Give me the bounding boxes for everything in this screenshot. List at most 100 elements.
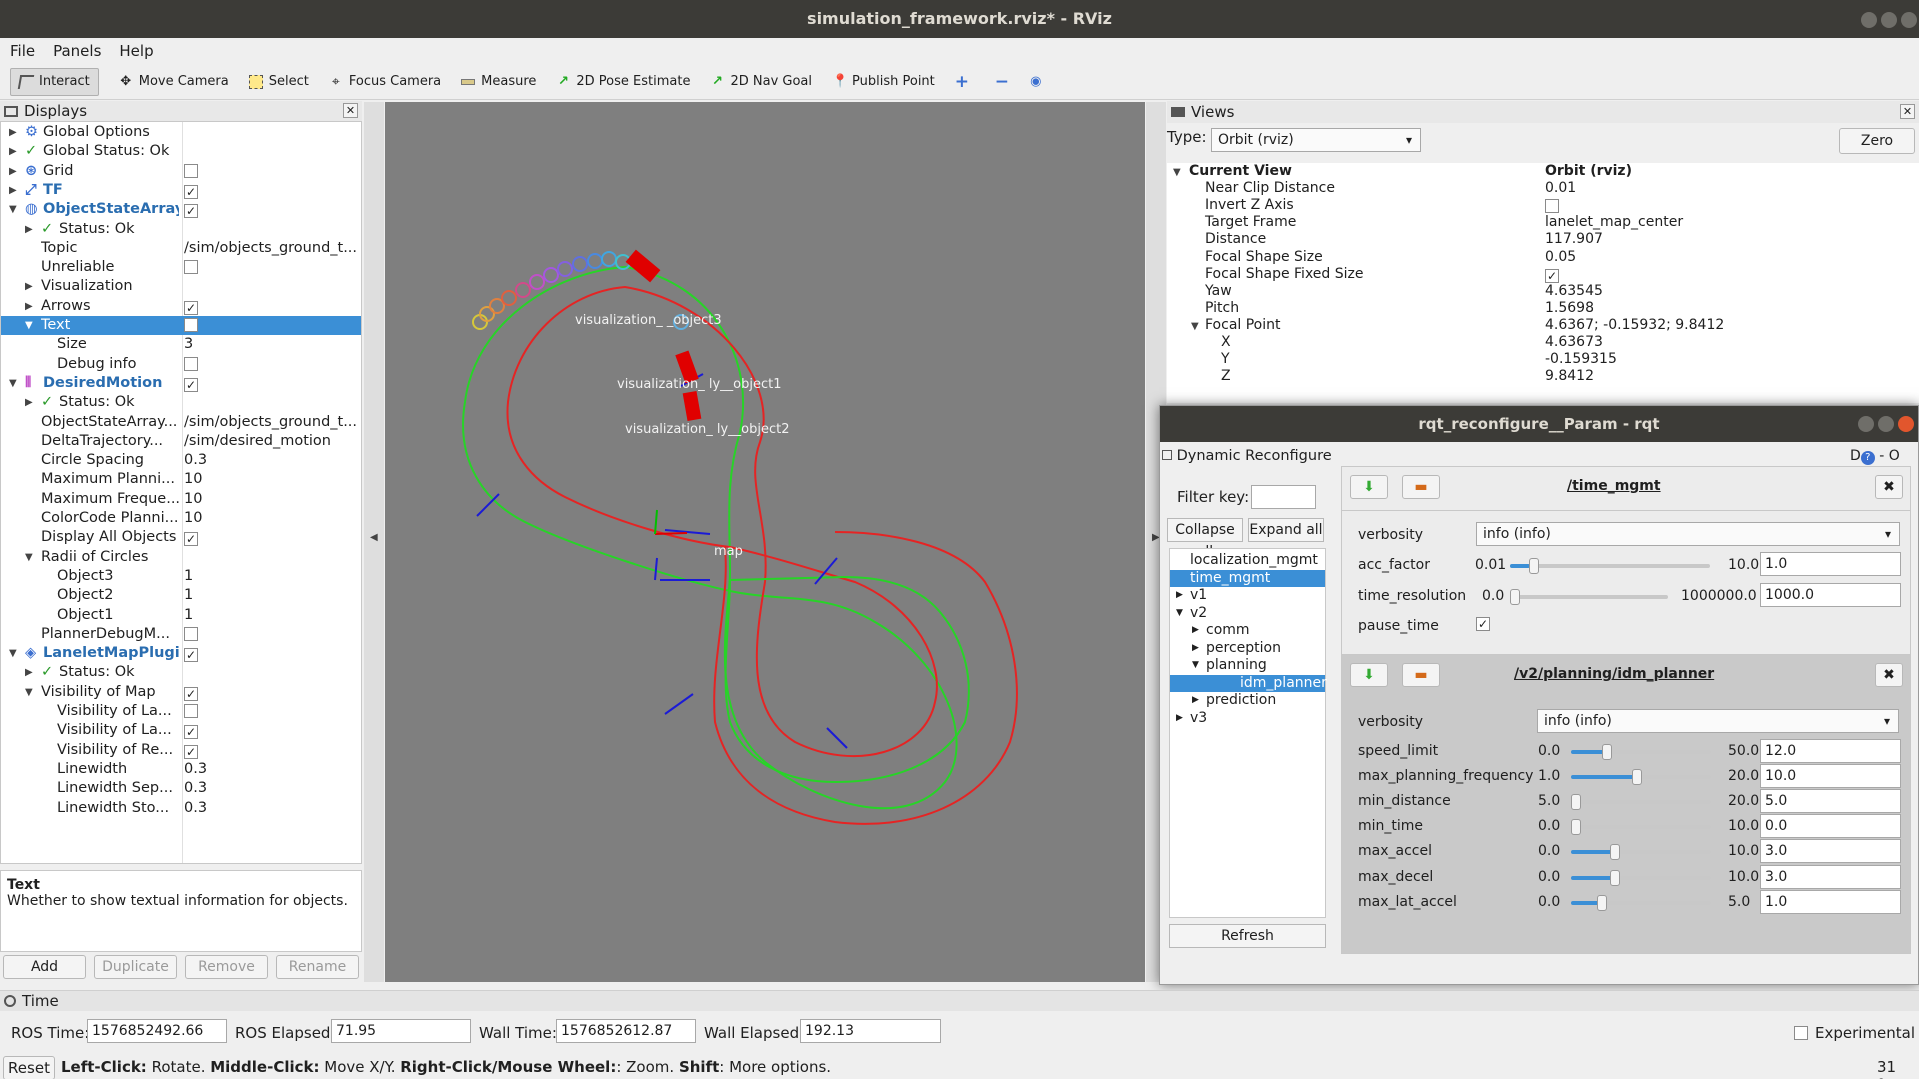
expand-arrow-icon[interactable]: ▼ — [1173, 164, 1181, 181]
param-slider[interactable] — [1571, 869, 1711, 886]
view-property-row[interactable]: Invert Z Axis — [1167, 197, 1919, 214]
display-row[interactable]: ▼ ◈ LaneletMapPlugin ✓ — [1, 644, 361, 663]
remove-button[interactable]: Remove — [185, 955, 268, 979]
expand-arrow-icon[interactable]: ▶ — [9, 181, 17, 200]
pose-estimate-tool[interactable]: ↗ 2D Pose Estimate — [556, 68, 691, 96]
view-property-row[interactable]: Yaw 4.63545 — [1167, 283, 1919, 300]
slider-handle[interactable] — [1610, 869, 1620, 886]
param-value-input[interactable]: 0.0 — [1760, 814, 1901, 839]
display-row[interactable]: Topic/sim/objects_ground_t... — [1, 239, 361, 258]
display-row[interactable]: ▼ Radii of Circles — [1, 548, 361, 567]
save-params-button[interactable]: ⬇ — [1350, 663, 1388, 687]
display-row-value[interactable] — [184, 316, 359, 336]
display-row[interactable]: ▶ ✓ Status: Ok — [1, 220, 361, 239]
display-checkbox[interactable]: ✓ — [184, 725, 198, 740]
load-params-button[interactable]: ▬ — [1402, 475, 1440, 499]
display-row[interactable]: PlannerDebugM... — [1, 625, 361, 644]
time-resolution-slider[interactable] — [1510, 589, 1668, 605]
display-row-value[interactable] — [184, 702, 359, 722]
scene-svg[interactable]: visualization_ _object3 visualization_ l… — [385, 102, 1145, 982]
display-row[interactable]: ▶ ✓ Global Status: Ok — [1, 142, 361, 161]
display-row[interactable]: Object2 1 — [1, 586, 361, 605]
slider-handle[interactable] — [1610, 844, 1620, 861]
view-property-value[interactable]: ✓ — [1545, 266, 1559, 283]
display-row-value[interactable]: ✓ — [184, 528, 359, 547]
node-tree-item[interactable]: time_mgmt — [1170, 569, 1325, 587]
slider-handle[interactable] — [1529, 558, 1539, 574]
rqt-close-button[interactable] — [1898, 416, 1914, 432]
display-row[interactable]: Debug info — [1, 355, 361, 374]
display-row[interactable]: Visibility of La... ✓ — [1, 721, 361, 740]
display-row[interactable]: Circle Spacing 0.3 — [1, 451, 361, 470]
expand-arrow-icon[interactable]: ▶ — [9, 162, 17, 181]
display-row-value[interactable] — [184, 625, 359, 645]
interact-tool[interactable]: Interact — [10, 67, 99, 96]
expand-all-button[interactable]: Expand all — [1248, 518, 1324, 542]
publish-point-tool[interactable]: 📍 Publish Point — [832, 68, 935, 96]
node-tree-item[interactable]: ▼ planning — [1170, 657, 1325, 674]
maximize-button[interactable] — [1881, 12, 1897, 28]
collapse-left-icon[interactable]: ◀ — [370, 532, 378, 543]
display-row[interactable]: ▶ ✓ Status: Ok — [1, 663, 361, 682]
add-button[interactable]: Add — [3, 955, 86, 979]
display-row[interactable]: Linewidth 0.3 — [1, 760, 361, 779]
current-view-row[interactable]: ▼ Current View Orbit (rviz) — [1167, 163, 1919, 180]
expand-arrow-icon[interactable]: ▶ — [25, 393, 33, 412]
remove-tool-button[interactable]: − — [995, 68, 1015, 96]
expand-arrow-icon[interactable]: ▶ — [1192, 640, 1199, 657]
ros-elapsed-field[interactable]: 71.95 — [331, 1019, 471, 1043]
rqt-maximize-button[interactable] — [1878, 416, 1894, 432]
display-row[interactable]: ObjectStateArray... /sim/objects_ground_t… — [1, 413, 361, 432]
node-tree-item[interactable]: ▶ v1 — [1170, 587, 1325, 604]
plugin-minimize-button[interactable]: - — [1879, 448, 1884, 464]
collapse-arrow-icon[interactable]: ▼ — [1191, 318, 1199, 335]
view-type-dropdown[interactable]: Orbit (rviz) — [1211, 128, 1421, 152]
render-view[interactable]: visualization_ _object3 visualization_ l… — [385, 102, 1145, 982]
collapse-arrow-icon[interactable]: ▼ — [1192, 657, 1199, 674]
expand-arrow-icon[interactable]: ▶ — [25, 663, 33, 682]
param-value-input[interactable]: 10.0 — [1760, 764, 1901, 789]
display-row[interactable]: Unreliable — [1, 258, 361, 277]
close-window-button[interactable] — [1901, 12, 1917, 28]
display-checkbox[interactable]: ✓ — [184, 377, 198, 392]
display-row[interactable]: ▼ ◍ ObjectStateArray ✓ — [1, 200, 361, 219]
param-slider[interactable] — [1571, 794, 1711, 811]
param-value-input[interactable]: 12.0 — [1760, 739, 1901, 763]
collapse-arrow-icon[interactable]: ▼ — [1176, 605, 1183, 622]
acc-factor-input[interactable]: 1.0 — [1760, 552, 1901, 576]
node-tree-item[interactable]: ▶ perception — [1170, 640, 1325, 657]
display-checkbox[interactable]: ✓ — [184, 204, 198, 219]
expand-arrow-icon[interactable]: ▶ — [1192, 622, 1199, 639]
display-checkbox[interactable] — [184, 356, 198, 371]
load-params-button[interactable]: ▬ — [1402, 663, 1440, 687]
display-checkbox[interactable] — [184, 163, 198, 178]
display-row[interactable]: ▶ ⤢ TF ✓ — [1, 181, 361, 200]
view-property-row[interactable]: ▼ Focal Point 4.6367; -0.15932; 9.8412 — [1167, 317, 1919, 334]
slider-handle[interactable] — [1510, 589, 1521, 605]
collapse-arrow-icon[interactable]: ▼ — [25, 548, 33, 567]
close-panel-icon[interactable]: ✕ — [343, 103, 358, 118]
verbosity-dropdown[interactable]: info (info) — [1537, 709, 1899, 733]
node-tree-item[interactable]: idm_planner — [1170, 674, 1327, 692]
display-checkbox[interactable]: ✓ — [184, 300, 198, 315]
add-tool-button[interactable]: + — [955, 68, 975, 96]
close-group-button[interactable]: ✖ — [1875, 663, 1903, 687]
display-row[interactable]: Linewidth Sto... 0.3 — [1, 799, 361, 818]
display-row-value[interactable]: ✓ — [184, 297, 359, 316]
acc-factor-slider[interactable] — [1510, 558, 1710, 574]
view-checkbox[interactable] — [1545, 199, 1559, 214]
expand-arrow-icon[interactable]: ▶ — [25, 220, 33, 239]
slider-handle[interactable] — [1602, 744, 1613, 760]
ros-time-field[interactable]: 1576852492.66 — [87, 1019, 227, 1043]
tool-properties-button[interactable]: ◉ — [1029, 68, 1049, 96]
param-slider[interactable] — [1571, 819, 1711, 836]
collapse-arrow-icon[interactable]: ▼ — [9, 374, 17, 393]
slider-handle[interactable] — [1632, 769, 1643, 786]
view-property-row[interactable]: Z 9.8412 — [1167, 368, 1919, 385]
param-value-input[interactable]: 1.0 — [1760, 889, 1901, 914]
verbosity-dropdown[interactable]: info (info) — [1476, 522, 1900, 546]
focus-camera-tool[interactable]: ⌖ Focus Camera — [329, 68, 441, 96]
filter-input[interactable] — [1251, 485, 1316, 509]
display-row[interactable]: Linewidth Sep... 0.3 — [1, 779, 361, 798]
menu-file[interactable]: File — [10, 42, 35, 60]
